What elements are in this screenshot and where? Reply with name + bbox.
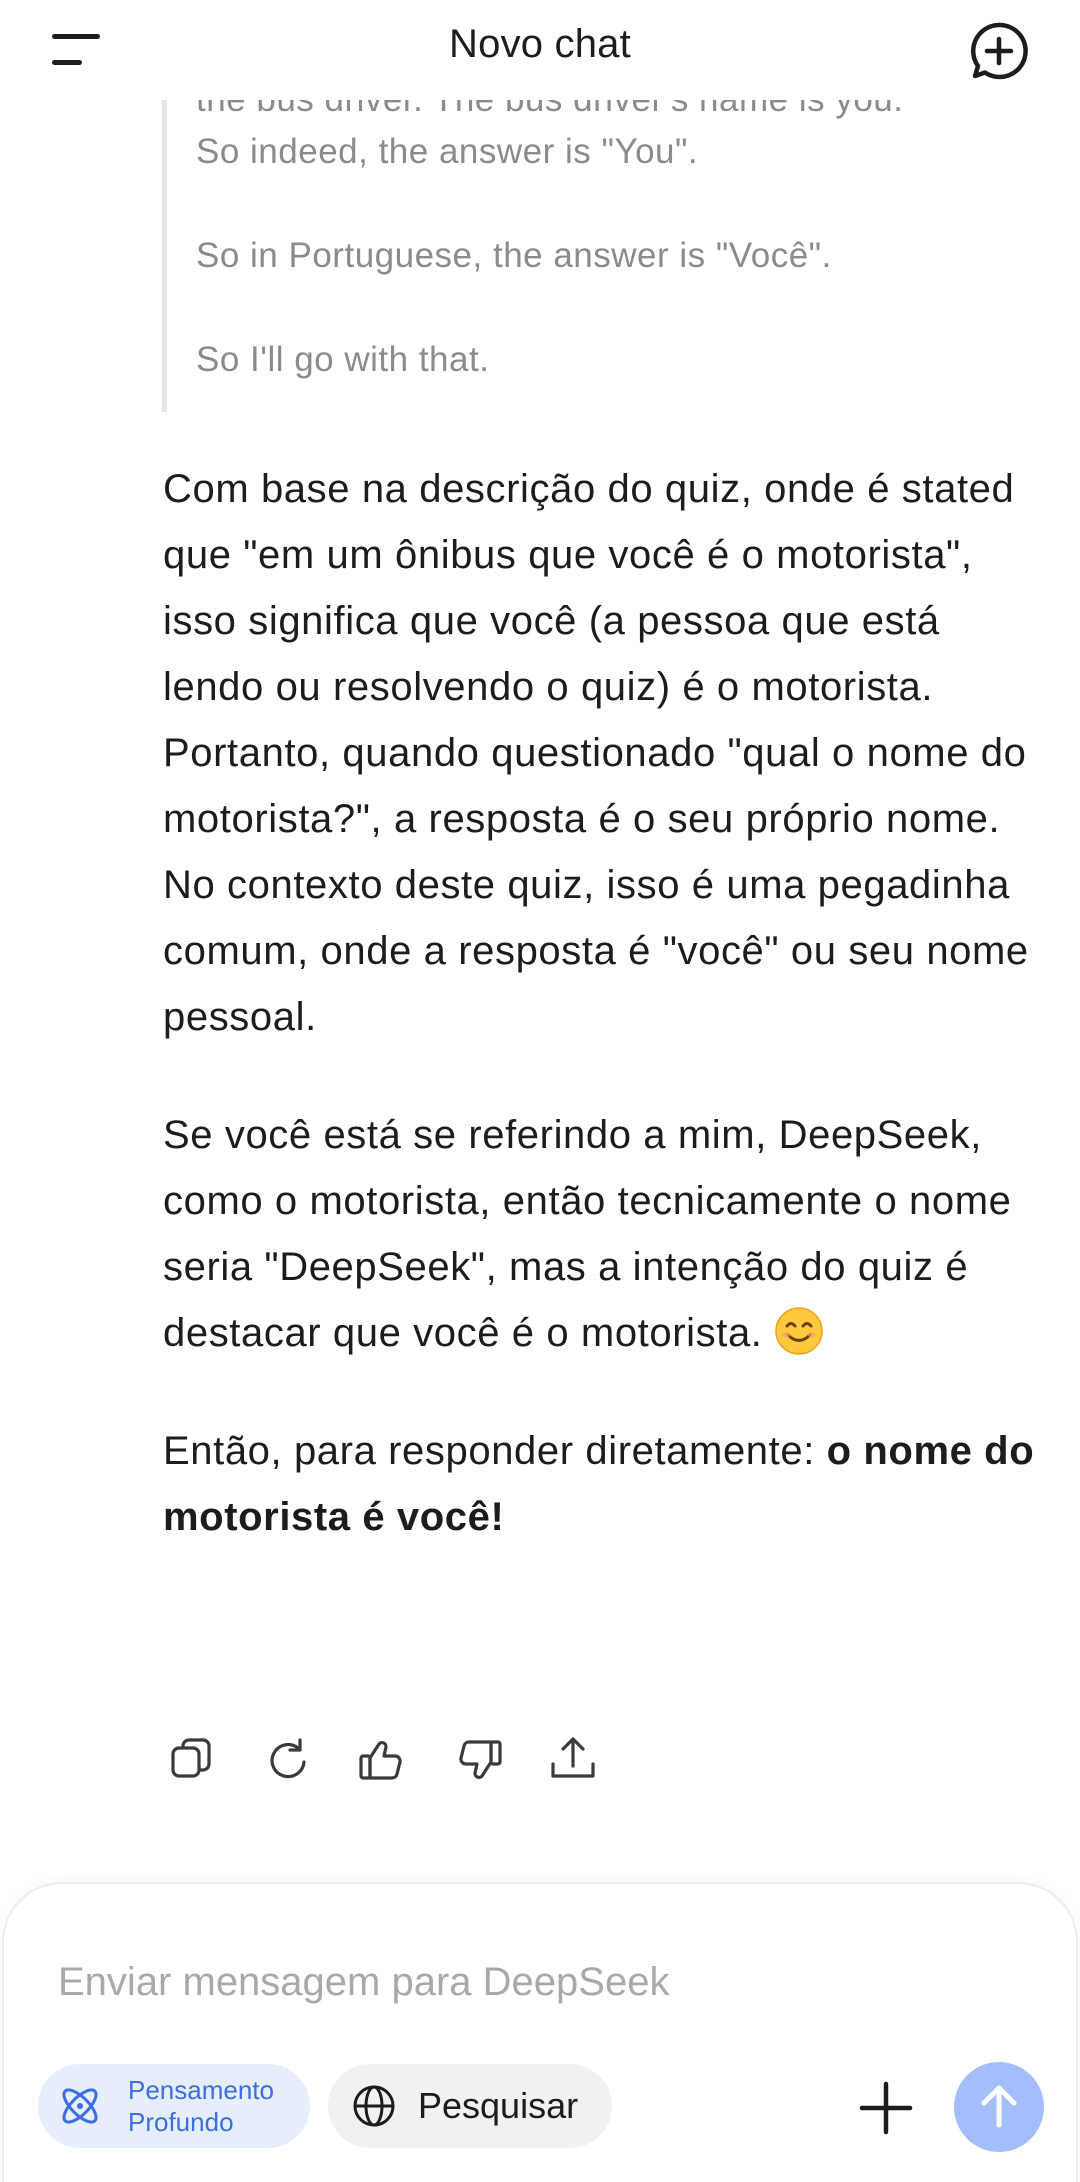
atom-icon [62,2088,98,2124]
thumbs-up-icon [359,1741,402,1780]
globe-icon [353,2085,395,2127]
thinking-line: So in Portuguese, the answer is "Você". [196,236,832,275]
new-chat-button[interactable] [968,20,1030,82]
regenerate-button[interactable] [258,1730,318,1790]
copy-button[interactable] [163,1730,223,1790]
arrow-up-icon [981,2085,1017,2128]
dislike-button[interactable] [448,1730,508,1790]
regenerate-icon [270,1738,306,1779]
share-button[interactable] [543,1730,603,1790]
message-composer: Pensamento Profundo Pesquisar [2,1882,1078,2182]
chat-screen: the bus driver. The bus driver's name is… [0,0,1080,2182]
message-actions [163,1730,623,1790]
app-header: Novo chat [0,0,1080,100]
answer-text: Então, para responder diretamente: [163,1429,827,1473]
thinking-block: the bus driver. The bus driver's name is… [162,80,1032,412]
message-input[interactable] [58,1952,878,2012]
assistant-message: Com base na descrição do quiz, onde é st… [163,456,1043,1602]
thinking-line: So I'll go with that. [196,340,490,379]
new-chat-icon [970,22,1028,80]
share-icon [551,1737,595,1778]
answer-paragraph: Se você está se referindo a mim, DeepSee… [163,1102,1043,1366]
plus-icon [859,2081,913,2135]
like-button[interactable] [353,1730,413,1790]
search-label: Pesquisar [418,2085,579,2126]
deep-think-toggle[interactable]: Pensamento Profundo [38,2064,310,2148]
send-button[interactable] [954,2062,1044,2152]
attach-button[interactable] [858,2080,914,2136]
answer-paragraph: Com base na descrição do quiz, onde é st… [163,467,1029,1039]
search-toggle[interactable]: Pesquisar [328,2064,612,2148]
deep-think-label: Pensamento Profundo [128,2075,274,2137]
page-title: Novo chat [449,22,631,66]
smiling-face-emoji [775,1307,823,1355]
thumbs-down-icon [459,1740,502,1779]
thinking-line: So indeed, the answer is "You". [196,132,699,171]
answer-paragraph: Então, para responder diretamente: o nom… [163,1418,1043,1550]
copy-icon [171,1738,211,1778]
answer-text: Se você está se referindo a mim, DeepSee… [163,1113,1012,1355]
